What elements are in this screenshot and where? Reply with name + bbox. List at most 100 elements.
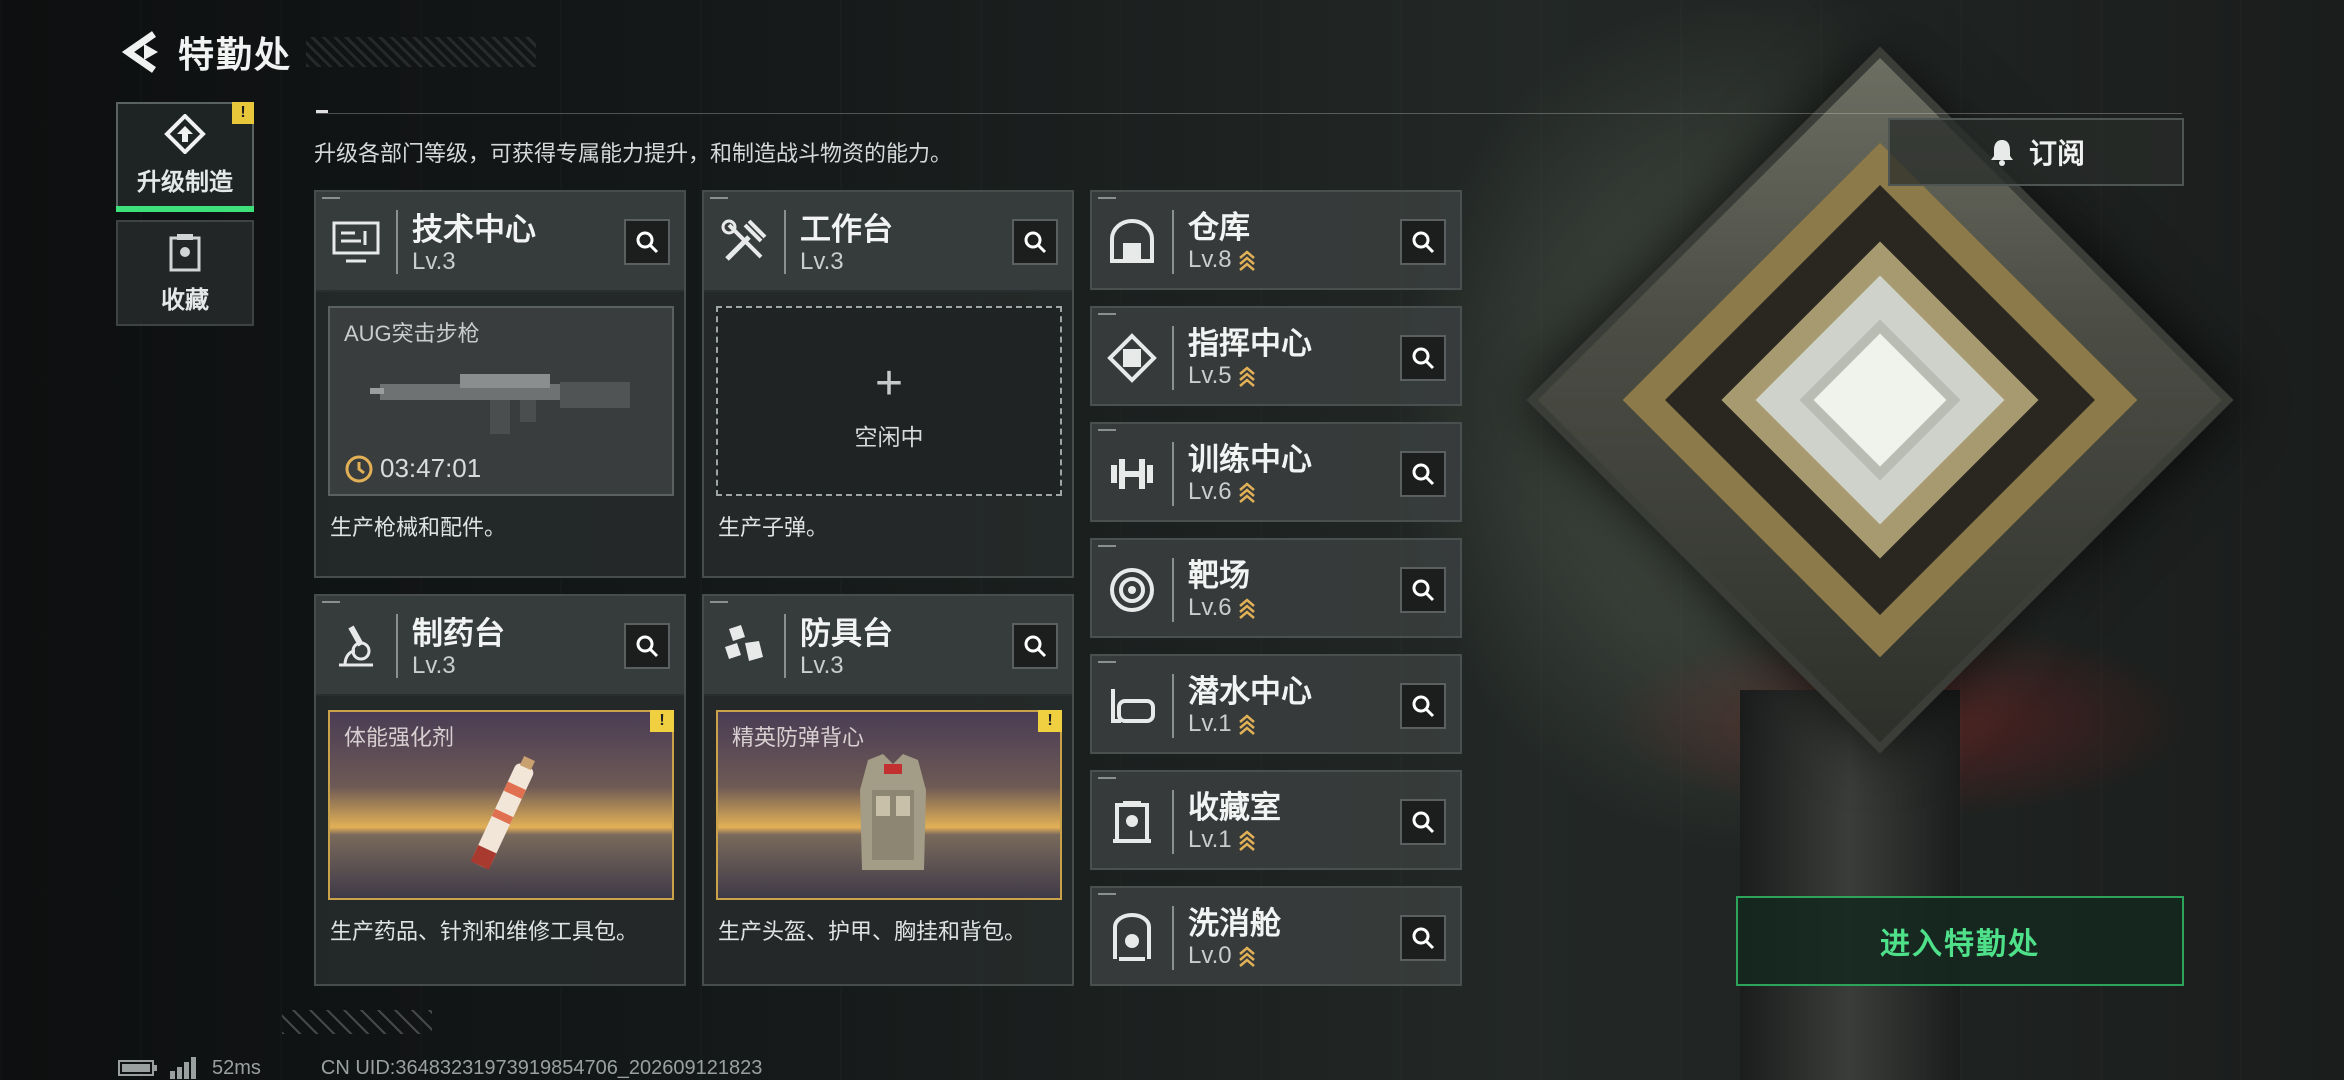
bell-icon — [1990, 140, 2013, 166]
upgrade-chevron-icon — [1238, 480, 1256, 504]
diving-mask-icon — [1106, 680, 1158, 732]
back-arrow-icon[interactable] — [118, 30, 162, 74]
search-icon — [1412, 579, 1435, 602]
search-button[interactable] — [624, 219, 670, 265]
search-button[interactable] — [1400, 567, 1446, 613]
search-button[interactable] — [1400, 219, 1446, 265]
card-name: 技术中心 — [412, 212, 536, 247]
card-name: 防具台 — [800, 616, 893, 651]
monitor-icon — [330, 216, 382, 268]
uid-text: CN UID:36483231973919854706_202609121823 — [320, 1056, 763, 1079]
card-level: Lv.3 — [800, 248, 844, 275]
search-icon — [1412, 927, 1435, 950]
facility-warehouse[interactable]: 仓库 Lv.8 — [1090, 190, 1462, 290]
enter-hq-button[interactable]: 进入特勤处 — [1736, 896, 2184, 986]
vest-image — [860, 754, 926, 870]
tools-icon — [718, 216, 770, 268]
facility-name: 靶场 — [1188, 558, 1250, 593]
upgrade-icon — [164, 113, 206, 154]
search-button[interactable] — [1012, 219, 1058, 265]
collection-icon — [169, 233, 201, 271]
facility-level: Lv.0 — [1188, 942, 1256, 970]
page-title: 特勤处 — [178, 34, 293, 75]
facility-level: Lv.5 — [1188, 362, 1256, 390]
card-header: 制药台 Lv.3 — [316, 596, 684, 696]
decon-chamber-icon — [1106, 912, 1158, 964]
boxes-icon — [718, 620, 770, 672]
facility-training-center[interactable]: 训练中心 Lv.6 — [1090, 422, 1462, 522]
search-button[interactable] — [1012, 623, 1058, 669]
page-description: 升级各部门等级，可获得专属能力提升，和制造战斗物资的能力。 — [314, 141, 953, 166]
search-button[interactable] — [1400, 915, 1446, 961]
search-icon — [1412, 811, 1435, 834]
upgrade-chevron-icon — [1238, 712, 1256, 736]
production-slot-ready[interactable]: 体能强化剂 ! — [328, 710, 674, 900]
search-icon — [636, 231, 659, 254]
chip-icon — [1106, 332, 1158, 384]
facility-decon-chamber[interactable]: 洗消舱 Lv.0 — [1090, 886, 1462, 986]
card-description: 生产药品、针剂和维修工具包。 — [330, 919, 639, 944]
card-level: Lv.3 — [412, 652, 456, 679]
facility-name: 洗消舱 — [1188, 906, 1281, 941]
facility-level: Lv.1 — [1188, 826, 1256, 854]
search-button[interactable] — [1400, 799, 1446, 845]
production-slot-empty[interactable]: + 空闲中 — [716, 306, 1062, 496]
upgrade-chevron-icon — [1238, 596, 1256, 620]
production-slot-ready[interactable]: 精英防弹背心 ! — [716, 710, 1062, 900]
card-level: Lv.3 — [800, 652, 844, 679]
card-armor-bench[interactable]: 防具台 Lv.3 精英防弹背心 ! 生产头盔、护甲、胸挂和背包。 — [702, 594, 1074, 986]
card-header: 工作台 Lv.3 — [704, 192, 1072, 292]
clock-icon — [345, 455, 373, 482]
search-button[interactable] — [1400, 335, 1446, 381]
card-description: 生产枪械和配件。 — [330, 515, 507, 540]
search-button[interactable] — [1400, 451, 1446, 497]
nav-label-upgrade: 升级制造 — [137, 168, 233, 196]
dumbbell-icon — [1106, 448, 1158, 500]
upgrade-chevron-icon — [1238, 364, 1256, 388]
slot-title: 精英防弹背心 — [732, 725, 865, 750]
search-icon — [1412, 347, 1435, 370]
nav-badge: ! — [232, 102, 254, 124]
microscope-icon — [330, 620, 382, 672]
divider-mark — [316, 110, 328, 113]
facility-name: 收藏室 — [1188, 790, 1281, 825]
warehouse-icon — [1106, 216, 1158, 268]
slot-title: 体能强化剂 — [344, 725, 455, 750]
facility-name: 潜水中心 — [1188, 674, 1312, 709]
nav-item-upgrade[interactable]: ! 升级制造 — [116, 102, 254, 212]
subscribe-button[interactable]: 订阅 — [1888, 118, 2184, 186]
slot-title: AUG突击步枪 — [344, 321, 480, 346]
status-bar: 52ms CN UID:36483231973919854706_2026091… — [118, 1056, 762, 1080]
display-case-icon — [1106, 796, 1158, 848]
facility-diving-center[interactable]: 潜水中心 Lv.1 — [1090, 654, 1462, 754]
card-description: 生产子弹。 — [718, 515, 829, 540]
production-slot[interactable]: AUG突击步枪 03:47:01 — [328, 306, 674, 496]
facility-level: Lv.1 — [1188, 710, 1256, 738]
card-name: 工作台 — [800, 212, 893, 247]
card-pharmacy[interactable]: 制药台 Lv.3 体能强化剂 ! 生产药品、针剂和维修工具包。 — [314, 594, 686, 986]
search-button[interactable] — [1400, 683, 1446, 729]
nav-item-collection[interactable]: 收藏 — [116, 220, 254, 326]
rifle-image — [370, 374, 630, 434]
production-timer: 03:47:01 — [344, 453, 481, 484]
subscribe-label: 订阅 — [2028, 138, 2085, 169]
card-tech-center[interactable]: 技术中心 Lv.3 AUG突击步枪 03:47:01 生产枪械和配件。 — [314, 190, 686, 578]
divider — [316, 113, 2182, 114]
upgrade-chevron-icon — [1238, 944, 1256, 968]
facility-name: 训练中心 — [1188, 442, 1312, 477]
card-name: 制药台 — [412, 616, 505, 651]
upgrade-chevron-icon — [1238, 248, 1256, 272]
target-icon — [1106, 564, 1158, 616]
search-icon — [1412, 463, 1435, 486]
timer-text: 03:47:01 — [380, 453, 482, 483]
card-header: 防具台 Lv.3 — [704, 596, 1072, 696]
facility-collection-room[interactable]: 收藏室 Lv.1 — [1090, 770, 1462, 870]
card-workbench[interactable]: 工作台 Lv.3 + 空闲中 生产子弹。 — [702, 190, 1074, 578]
search-button[interactable] — [624, 623, 670, 669]
side-nav: ! 升级制造 收藏 — [116, 102, 254, 338]
facility-name: 仓库 — [1188, 210, 1250, 245]
facility-command-center[interactable]: 指挥中心 Lv.5 — [1090, 306, 1462, 406]
facility-shooting-range[interactable]: 靶场 Lv.6 — [1090, 538, 1462, 638]
warning-badge: ! — [1038, 710, 1062, 732]
bottom-decoration — [282, 1010, 432, 1034]
